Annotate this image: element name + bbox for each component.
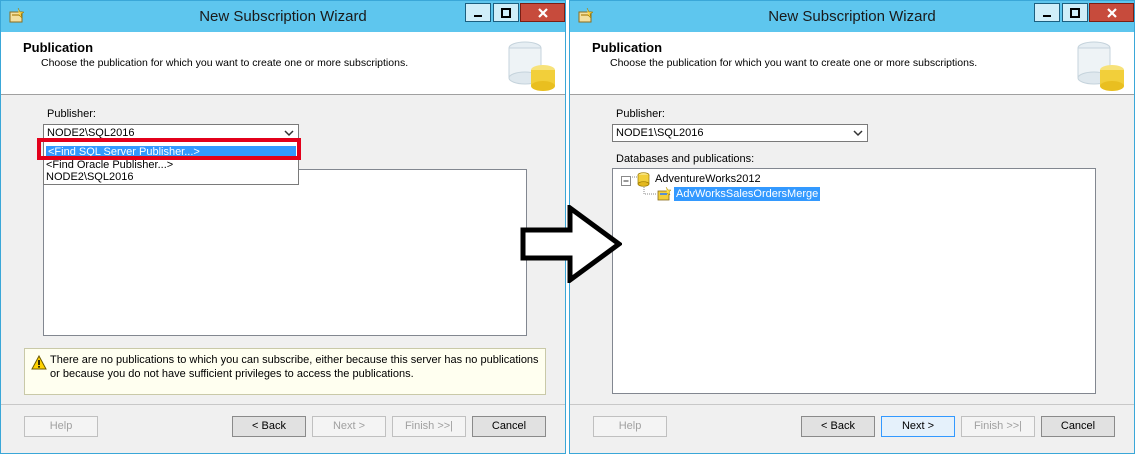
finish-button[interactable]: Finish >>| — [961, 416, 1035, 437]
tree-label: Databases and publications: — [616, 153, 755, 165]
publications-tree[interactable] — [43, 169, 527, 336]
title-bar[interactable]: New Subscription Wizard — [1, 1, 565, 32]
cancel-button[interactable]: Cancel — [472, 416, 546, 437]
tree-expander-icon[interactable] — [620, 175, 632, 187]
publisher-label: Publisher: — [616, 108, 665, 120]
right-wizard-window: New Subscription Wizard Publication Choo… — [569, 0, 1135, 454]
footer-divider — [570, 404, 1134, 405]
help-button[interactable]: Help — [593, 416, 667, 437]
back-button[interactable]: < Back — [232, 416, 306, 437]
maximize-button[interactable] — [1062, 3, 1088, 22]
close-icon — [537, 7, 548, 18]
tree-node-publication[interactable]: AdvWorksSalesOrdersMerge — [674, 187, 821, 201]
cancel-button[interactable]: Cancel — [1041, 416, 1115, 437]
publisher-combo[interactable]: NODE1\SQL2016 — [612, 124, 868, 142]
back-button[interactable]: < Back — [801, 416, 875, 437]
close-icon — [1106, 7, 1117, 18]
publications-tree[interactable]: AdventureWorks2012 AdvWorksSalesOrdersMe… — [612, 168, 1096, 394]
highlight-callout — [37, 138, 301, 160]
next-button[interactable]: Next > — [881, 416, 955, 437]
next-button[interactable]: Next > — [312, 416, 386, 437]
merge-publication-icon — [657, 187, 671, 201]
right-arrow-icon — [520, 205, 622, 283]
minimize-icon — [474, 14, 482, 17]
title-bar[interactable]: New Subscription Wizard — [570, 1, 1134, 32]
minimize-button[interactable] — [465, 3, 491, 22]
left-wizard-window: New Subscription Wizard Publication Choo… — [0, 0, 566, 454]
warning-panel: There are no publications to which you c… — [24, 348, 546, 395]
maximize-icon — [1070, 7, 1080, 18]
dropdown-arrow-icon[interactable] — [851, 127, 865, 139]
page-title: Publication — [23, 40, 94, 55]
footer-divider — [1, 404, 565, 405]
database-art-icon — [1077, 41, 1124, 91]
database-art-icon — [508, 41, 555, 91]
page-title: Publication — [592, 40, 663, 55]
tree-connector — [643, 187, 657, 195]
minimize-button[interactable] — [1034, 3, 1060, 22]
close-button[interactable] — [520, 3, 565, 22]
help-button[interactable]: Help — [24, 416, 98, 437]
minimize-icon — [1043, 14, 1051, 17]
database-icon — [637, 172, 650, 187]
page-header: Publication Choose the publication for w… — [570, 32, 1134, 95]
tree-node-database[interactable]: AdventureWorks2012 — [655, 172, 761, 186]
maximize-button[interactable] — [493, 3, 519, 22]
maximize-icon — [501, 7, 511, 18]
page-subtitle: Choose the publication for which you wan… — [610, 57, 978, 69]
publisher-value: NODE1\SQL2016 — [616, 127, 704, 139]
warning-text: There are no publications to which you c… — [50, 354, 539, 380]
warning-icon — [31, 355, 47, 370]
page-subtitle: Choose the publication for which you wan… — [41, 57, 409, 69]
close-button[interactable] — [1089, 3, 1134, 22]
finish-button[interactable]: Finish >>| — [392, 416, 466, 437]
page-header: Publication Choose the publication for w… — [1, 32, 565, 95]
publisher-label: Publisher: — [47, 108, 96, 120]
dropdown-option[interactable]: NODE2\SQL2016 — [46, 171, 133, 184]
